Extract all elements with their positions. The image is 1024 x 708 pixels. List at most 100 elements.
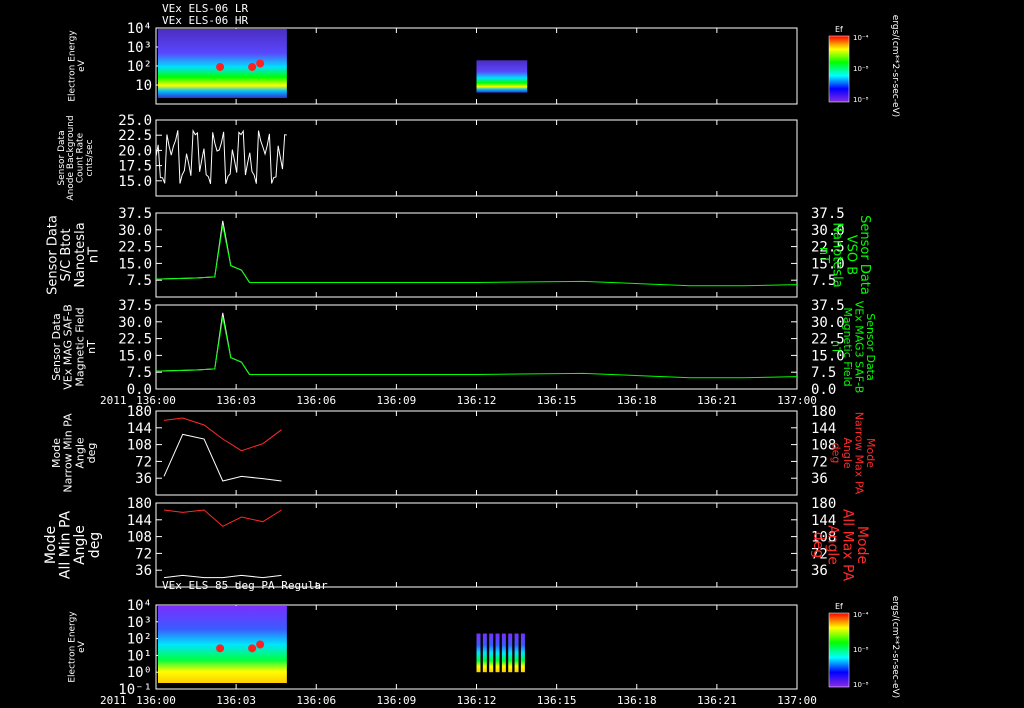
spectrogram-block	[158, 606, 287, 683]
y-tick-label: 22.5	[118, 332, 152, 348]
y-tick-label: 37.5	[118, 298, 152, 314]
x-tick-label: 136:06	[296, 694, 336, 707]
y-tick-label-right: 37.5	[811, 206, 845, 222]
panel-frame	[155, 410, 798, 496]
series-line	[163, 417, 282, 452]
y-tick-label: 108	[127, 438, 152, 454]
y-tick-label-right: 37.5	[811, 298, 845, 314]
spectrogram-hotspot	[216, 62, 225, 71]
y-tick-label: 10⁰	[127, 665, 152, 681]
y-axis-label: ModeAll Min PAAngledeg	[43, 510, 103, 579]
y-tick-label: 15.0	[118, 348, 152, 364]
x-tick-label: 137:00	[777, 694, 817, 707]
series-line	[163, 433, 282, 482]
colorbar	[828, 612, 850, 688]
colorbar-tick: 10⁻⁴	[853, 34, 869, 42]
x-tick-label: 136:00	[136, 694, 176, 707]
y-tick-label: 22.5	[118, 128, 152, 144]
y-tick-label: 7.5	[127, 365, 152, 381]
y-tick-label: 10³	[127, 40, 152, 56]
y-tick-label: 10²	[127, 632, 152, 648]
x-tick-label: 136:15	[537, 694, 577, 707]
y-tick-label-right: 36	[811, 563, 828, 579]
colorbar-label: Ef	[835, 602, 843, 611]
y-tick-label: 10⁴	[127, 21, 152, 37]
x-tick-label: 136:00	[136, 394, 176, 407]
colorbar-tick: 10⁻⁸	[853, 681, 869, 689]
colorbar-label: Ef	[835, 25, 843, 34]
y-axis-label: Electron EnergyeV	[68, 30, 87, 102]
panel-3: 37.5 37.530.0 30.022.5 22.515.0 15.07.5 7.5Se…	[46, 206, 872, 298]
y-tick-label: 108	[127, 530, 152, 546]
y-tick-label: 72	[135, 454, 152, 470]
panel-frame	[155, 212, 798, 298]
series-line	[155, 317, 798, 379]
panel-4: 37.5 37.530.0 30.022.5 22.515.0 15.07.5 7.50.…	[50, 298, 877, 398]
right-axis-label: ModeNarrow Max PAAngledeg	[829, 412, 877, 495]
y-tick-label: 36	[135, 563, 152, 579]
spectrogram-hotspot	[216, 644, 225, 653]
spectrogram-strip	[489, 633, 494, 673]
colorbar-tick: 10⁻⁸	[853, 646, 869, 654]
x-tick-label: 136:09	[377, 694, 417, 707]
panel-title: VEx ELS 85 deg PA Regular	[162, 579, 328, 592]
y-axis-label: Sensor DataS/C BtotNanoteslanT	[46, 215, 102, 295]
x-tick-label: 137:00	[777, 394, 817, 407]
x-tick-label: 136:06	[296, 394, 336, 407]
spectrogram-strip	[508, 633, 513, 673]
colorbar-tick: 10⁻⁸	[853, 96, 869, 104]
y-axis-label: Sensor DataVEx MAG SAF-BMagnetic FieldnT	[50, 304, 98, 390]
y-axis-label: Electron EnergyeV	[68, 611, 87, 683]
colorbar-units: ergs/(cm**2-sr-sec-eV)	[890, 596, 900, 698]
y-tick-label: 30.0	[118, 223, 152, 239]
series-line	[163, 509, 282, 527]
y-tick-label: 10¹	[127, 648, 152, 664]
x-axis-year: 2011	[100, 394, 127, 407]
series-line	[155, 220, 287, 283]
y-tick-label: 36	[135, 471, 152, 487]
x-tick-label: 136:09	[377, 394, 417, 407]
series-line	[155, 312, 287, 375]
y-tick-label-right: 7.5	[811, 365, 836, 381]
y-tick-label: 37.5	[118, 206, 152, 222]
y-tick-label-right: 72	[811, 454, 828, 470]
x-tick-label: 136:03	[216, 394, 256, 407]
y-tick-label-right: 36	[811, 471, 828, 487]
y-tick-label: 72	[135, 546, 152, 562]
x-tick-label: 136:15	[537, 394, 577, 407]
x-axis-4: 2011 136:00 136:03 136:06 136:09 136:12 136:15…	[100, 394, 817, 407]
colorbar-tick: 10⁻⁸	[853, 65, 869, 73]
panel-frame	[155, 119, 798, 197]
panel-frame	[155, 502, 798, 588]
x-tick-label: 136:12	[457, 694, 497, 707]
spectrogram-hotspot	[256, 640, 265, 649]
colorbar	[828, 35, 850, 103]
y-tick-label: 10	[135, 78, 152, 94]
spectrogram-strip	[501, 633, 506, 673]
x-tick-label: 136:18	[617, 694, 657, 707]
y-axis-label: Sensor DataAnode BackgroundCount Ratecnt…	[57, 115, 95, 200]
y-tick-label-right: 180	[811, 496, 836, 512]
y-tick-label: 144	[127, 421, 152, 437]
spectrogram-hotspot	[248, 644, 257, 653]
y-tick-label: 10⁴	[127, 598, 152, 614]
panel-7: 10⁴10³10²10¹10⁰10⁻¹Electron EnergyeVVEx …	[68, 579, 900, 698]
x-tick-label: 136:03	[216, 694, 256, 707]
colorbar-units: ergs/(cm**2-sr-sec-eV)	[890, 15, 900, 117]
x-tick-label: 136:18	[617, 394, 657, 407]
y-tick-label: 10³	[127, 615, 152, 631]
y-tick-label-right: 144	[811, 421, 836, 437]
panel-5: 180 180144 144108 10872 7236 36ModeNarrow Min…	[50, 404, 877, 496]
panel-6: 180 180144 144108 10872 7236 36ModeAll Min PA…	[43, 496, 870, 588]
spectrogram-strip	[476, 633, 481, 673]
x-tick-label: 136:21	[697, 394, 737, 407]
y-tick-label: 180	[127, 496, 152, 512]
y-tick-label: 15.0	[118, 174, 152, 190]
panel-title: VEx ELS-06 HR	[162, 14, 248, 27]
y-tick-label-right: 30.0	[811, 315, 845, 331]
x-tick-label: 136:21	[697, 694, 737, 707]
y-tick-label: 144	[127, 513, 152, 529]
panel-frame	[155, 304, 798, 390]
spectrogram-hotspot	[256, 59, 265, 68]
series-line	[155, 225, 798, 287]
